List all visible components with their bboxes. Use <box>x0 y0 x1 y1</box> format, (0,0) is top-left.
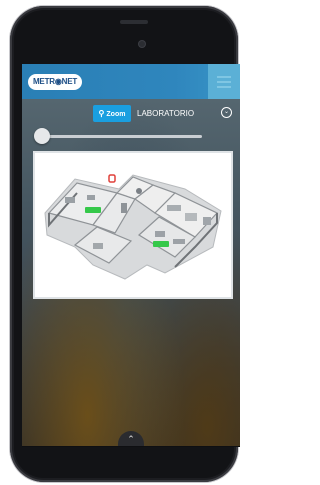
zoom-slider-track[interactable] <box>36 135 202 138</box>
zoom-button[interactable]: ⚲ Zoom <box>93 105 131 122</box>
front-camera <box>139 41 145 47</box>
zoom-slider-thumb[interactable] <box>34 128 50 144</box>
magnifier-icon: ⚲ <box>98 109 105 118</box>
chevron-up-icon[interactable]: ⌃ <box>118 431 144 446</box>
app-logo: METR◉NET <box>28 74 82 90</box>
isometric-floor-plan <box>35 153 231 297</box>
speaker-grille <box>120 20 148 24</box>
app-header: METR◉NET <box>22 64 240 99</box>
app-screen: METR◉NET ⚲ Zoom LABORATORIO ⌄ ⌃ <box>22 64 240 446</box>
floor-plan-view[interactable] <box>33 151 233 299</box>
location-selector-label[interactable]: LABORATORIO <box>137 108 217 120</box>
screen-bottom-edge <box>22 446 240 447</box>
hamburger-menu-icon[interactable] <box>208 64 240 99</box>
sensor-badge[interactable] <box>85 207 101 213</box>
chevron-down-circle-icon[interactable]: ⌄ <box>221 107 232 118</box>
zoom-label: Zoom <box>106 111 126 118</box>
sensor-badge[interactable] <box>153 241 169 247</box>
